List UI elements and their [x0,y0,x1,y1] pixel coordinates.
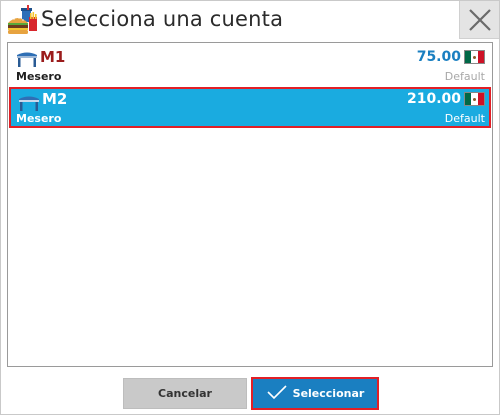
table-icon [15,49,39,67]
cancel-button-label: Cancelar [158,387,212,400]
restaurant-food-icon [6,5,38,37]
close-button[interactable] [459,1,499,39]
account-list[interactable]: M1 75.00 Mesero Default M2 210.00 Mesero… [7,42,493,367]
select-account-dialog: Selecciona una cuenta M1 75.00 Mesero De… [0,0,500,415]
mexico-flag-icon [464,92,485,106]
account-row-m2[interactable]: M2 210.00 Mesero Default [9,87,491,128]
account-name: M2 [42,90,68,108]
checkmark-icon [266,384,288,403]
mexico-flag-icon [464,50,485,64]
account-waiter: Mesero [16,112,62,125]
table-icon [17,93,41,111]
select-button-label: Seleccionar [292,387,365,400]
select-button[interactable]: Seleccionar [251,377,379,410]
account-row-m1[interactable]: M1 75.00 Mesero Default [9,45,491,86]
close-icon [469,9,491,31]
title-bar: Selecciona una cuenta [1,1,499,41]
cancel-button[interactable]: Cancelar [123,378,247,409]
account-name: M1 [40,48,66,66]
dialog-title: Selecciona una cuenta [41,7,284,31]
account-waiter: Mesero [16,70,62,83]
account-status: Default [444,70,485,83]
account-amount: 75.00 [416,49,461,65]
account-amount: 210.00 [406,91,461,107]
account-status: Default [444,112,485,125]
